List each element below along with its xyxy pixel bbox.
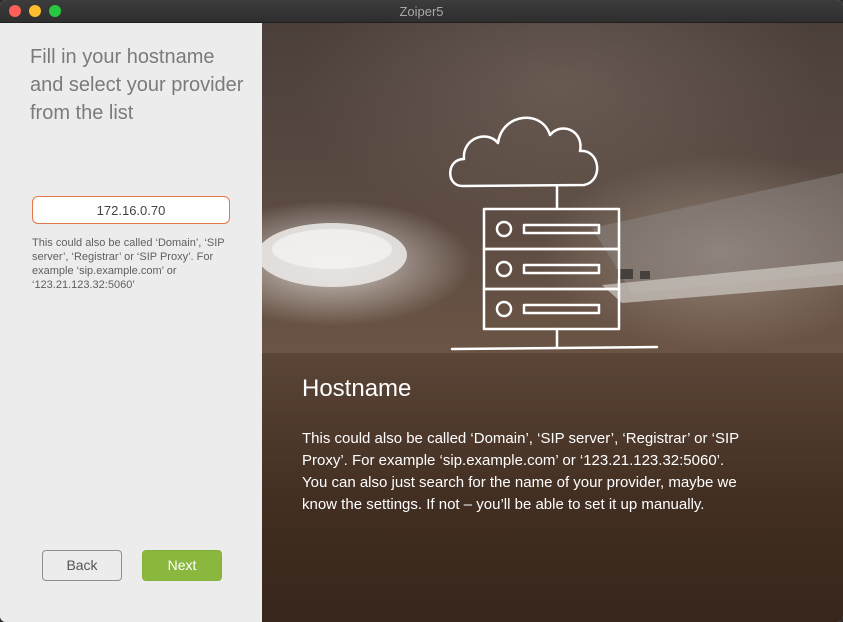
back-button[interactable]: Back (42, 550, 122, 581)
window-title: Zoiper5 (399, 4, 444, 19)
hostname-input[interactable] (32, 196, 230, 224)
setup-heading: Fill in your hostname and select your pr… (30, 46, 244, 124)
info-panel: Hostname This could also be called ‘Doma… (262, 23, 843, 622)
info-description: This could also be called ‘Domain’, ‘SIP… (302, 428, 762, 516)
info-text-line2: You can also just search for the name of… (302, 474, 737, 513)
info-title: Hostname (302, 375, 412, 402)
next-button[interactable]: Next (142, 550, 222, 581)
title-bar: Zoiper5 (0, 0, 843, 23)
app-window: Zoiper5 Fill in your hostname and select… (0, 0, 843, 622)
setup-panel: Fill in your hostname and select your pr… (0, 23, 262, 622)
hostname-hint: This could also be called ‘Domain’, ‘SIP… (32, 237, 225, 291)
info-text-line1: This could also be called ‘Domain’, ‘SIP… (302, 430, 739, 469)
cloud-server-icon (449, 116, 659, 351)
